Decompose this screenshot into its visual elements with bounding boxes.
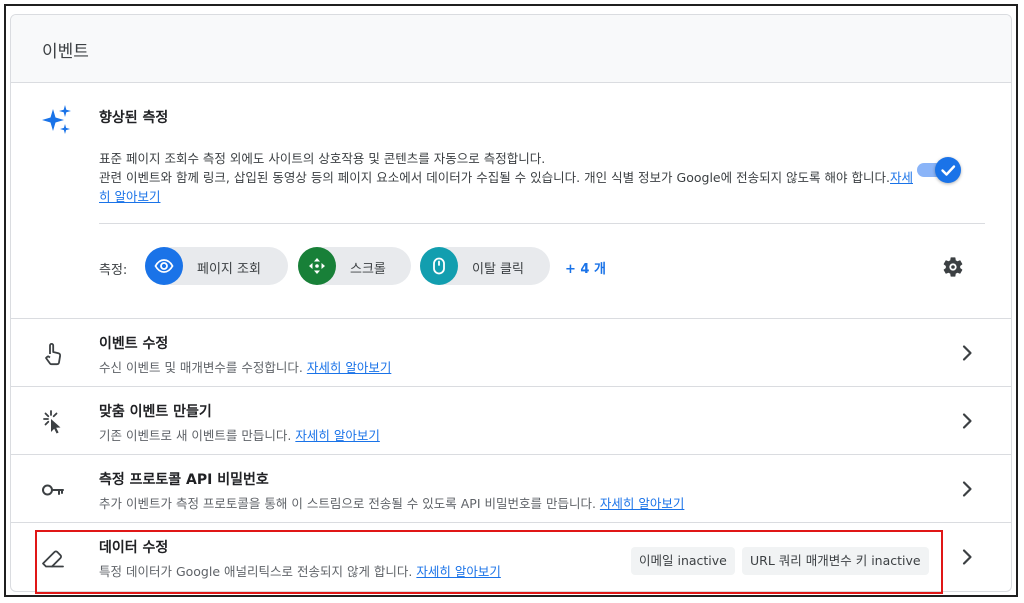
row-create-custom-event[interactable]: 맞춤 이벤트 만들기 기존 이벤트로 새 이벤트를 만듭니다. 자세히 알아보기 (11, 387, 1011, 455)
row-description: 기존 이벤트로 새 이벤트를 만듭니다. 자세히 알아보기 (99, 425, 380, 444)
chevron-right-icon (962, 481, 972, 497)
more-measurements-link[interactable]: + 4 개 (565, 258, 606, 277)
row-description-text: 추가 이벤트가 측정 프로토콜을 통해 이 스트림으로 전송될 수 있도록 AP… (99, 496, 600, 511)
row-data-redaction[interactable]: 데이터 수정 특정 데이터가 Google 애널리틱스로 전송되지 않게 합니다… (11, 523, 1011, 591)
scroll-arrows-icon (309, 258, 325, 274)
row-description: 추가 이벤트가 측정 프로토콜을 통해 이 스트림으로 전송될 수 있도록 AP… (99, 493, 684, 512)
enhanced-measurement-section: 향상된 측정 표준 페이지 조회수 측정 외에도 사이트의 상호작용 및 콘텐츠… (11, 83, 1011, 319)
learn-more-link[interactable]: 자세히 알아보기 (307, 360, 391, 375)
eye-icon (154, 259, 174, 273)
chip-label: 페이지 조회 (197, 262, 261, 277)
mouse-icon (433, 257, 445, 275)
chip-label: 이탈 클릭 (472, 262, 524, 277)
row-description-text: 수신 이벤트 및 매개변수를 수정합니다. (99, 360, 307, 375)
divider (99, 223, 985, 224)
learn-more-link[interactable]: 자세히 알아보기 (416, 564, 500, 579)
gear-icon[interactable] (941, 255, 965, 279)
chevron-right-icon (962, 549, 972, 565)
chip-icon-circle (298, 247, 336, 285)
chip-page-view[interactable]: 페이지 조회 (145, 247, 288, 285)
key-icon (42, 484, 64, 496)
row-title: 이벤트 수정 (99, 336, 169, 352)
chip-label: 스크롤 (350, 262, 386, 277)
url-query-param-status-badge: URL 쿼리 매개변수 키 inactive (742, 547, 929, 575)
row-description-text: 기존 이벤트로 새 이벤트를 만듭니다. (99, 428, 296, 443)
sparkle-icon (42, 105, 71, 134)
chip-icon-circle (420, 247, 458, 285)
description-line-2: 관련 이벤트와 함께 링크, 삽입된 동영상 등의 페이지 요소에서 데이터가 … (99, 168, 919, 206)
chevron-right-icon (962, 413, 972, 429)
eraser-icon (42, 550, 64, 568)
card-header: 이벤트 (11, 15, 1011, 83)
cursor-click-icon (43, 410, 61, 434)
chevron-right-icon (962, 345, 972, 361)
email-status-badge: 이메일 inactive (631, 547, 735, 575)
learn-more-link[interactable]: 자세히 알아보기 (295, 428, 379, 443)
chip-outbound-click[interactable]: 이탈 클릭 (420, 247, 550, 285)
measurement-label: 측정: (99, 263, 128, 278)
events-card: 이벤트 향상된 측정 표준 페이지 조회수 측정 외에도 사이트의 상호작용 및… (10, 14, 1012, 592)
enhanced-measurement-title: 향상된 측정 (99, 110, 169, 126)
row-title: 측정 프로토콜 API 비밀번호 (99, 472, 269, 488)
row-description: 특정 데이터가 Google 애널리틱스로 전송되지 않게 합니다. 자세히 알… (99, 561, 501, 580)
row-title: 맞춤 이벤트 만들기 (99, 404, 212, 420)
row-description-text: 특정 데이터가 Google 애널리틱스로 전송되지 않게 합니다. (99, 564, 417, 579)
touch-hand-icon (45, 343, 62, 366)
chip-icon-circle (145, 247, 183, 285)
description-text: 관련 이벤트와 함께 링크, 삽입된 동영상 등의 페이지 요소에서 데이터가 … (99, 170, 890, 185)
row-description: 수신 이벤트 및 매개변수를 수정합니다. 자세히 알아보기 (99, 357, 391, 376)
description-line-1: 표준 페이지 조회수 측정 외에도 사이트의 상호작용 및 콘텐츠를 자동으로 … (99, 151, 546, 166)
row-measurement-protocol-api-secret[interactable]: 측정 프로토콜 API 비밀번호 추가 이벤트가 측정 프로토콜을 통해 이 스… (11, 455, 1011, 523)
row-modify-event[interactable]: 이벤트 수정 수신 이벤트 및 매개변수를 수정합니다. 자세히 알아보기 (11, 319, 1011, 387)
toggle-knob (935, 157, 961, 183)
enhanced-measurement-toggle[interactable] (915, 157, 961, 183)
card-title: 이벤트 (42, 42, 89, 62)
chip-scroll[interactable]: 스크롤 (298, 247, 411, 285)
enhanced-measurement-description: 표준 페이지 조회수 측정 외에도 사이트의 상호작용 및 콘텐츠를 자동으로 … (99, 149, 919, 206)
row-title: 데이터 수정 (99, 540, 169, 556)
check-icon (941, 165, 956, 176)
learn-more-link[interactable]: 자세히 알아보기 (600, 496, 684, 511)
